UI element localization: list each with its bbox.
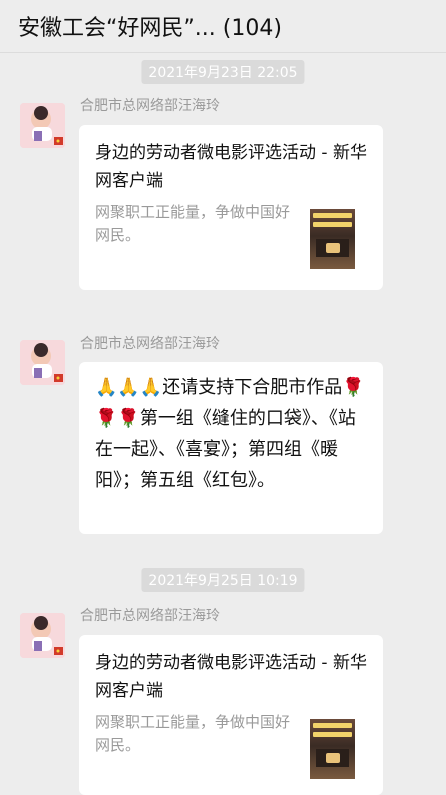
- sender-name: 合肥市总网络部汪海玲: [80, 336, 220, 352]
- card-description: 网聚职工正能量，争做中国好网民。: [95, 713, 291, 754]
- link-card[interactable]: 身边的劳动者微电影评选活动 - 新华网客户端 网聚职工正能量，争做中国好网民。: [79, 125, 383, 290]
- avatar[interactable]: [20, 340, 65, 385]
- card-thumbnail: [310, 209, 355, 269]
- avatar[interactable]: [20, 103, 65, 148]
- link-card[interactable]: 身边的劳动者微电影评选活动 - 新华网客户端 网聚职工正能量，争做中国好网民。: [79, 635, 383, 795]
- avatar[interactable]: [20, 613, 65, 658]
- sender-name: 合肥市总网络部汪海玲: [80, 98, 220, 114]
- timestamp: 2021年9月23日 22:05: [141, 60, 305, 84]
- card-title: 身边的劳动者微电影评选活动 - 新华网客户端: [95, 653, 367, 701]
- message-text: 🙏🙏🙏还请支持下合肥市作品🌹🌹🌹第一组《缝住的口袋》、《站在一起》、《喜宴》；第…: [95, 377, 365, 491]
- text-message[interactable]: 🙏🙏🙏还请支持下合肥市作品🌹🌹🌹第一组《缝住的口袋》、《站在一起》、《喜宴》；第…: [79, 362, 383, 534]
- chat-header: 安徽工会“好网民”... (104): [0, 0, 446, 53]
- sender-name: 合肥市总网络部汪海玲: [80, 608, 220, 624]
- timestamp: 2021年9月25日 10:19: [141, 568, 305, 592]
- card-description: 网聚职工正能量，争做中国好网民。: [95, 203, 291, 244]
- card-title: 身边的劳动者微电影评选活动 - 新华网客户端: [95, 143, 367, 191]
- card-thumbnail: [310, 719, 355, 779]
- chat-title: 安徽工会“好网民”... (104): [18, 16, 282, 41]
